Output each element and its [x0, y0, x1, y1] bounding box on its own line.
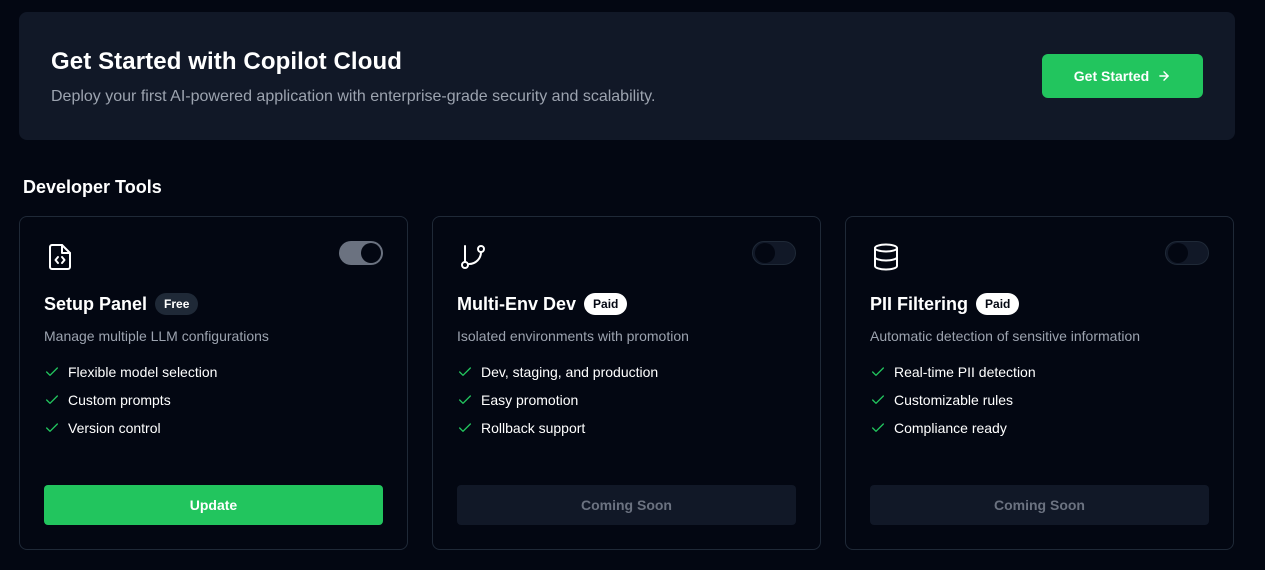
update-button[interactable]: Update [44, 485, 383, 525]
check-icon [872, 423, 884, 432]
section-title: Developer Tools [23, 177, 162, 197]
feature-item: Rollback support [457, 419, 658, 437]
feature-list: Flexible model selection Custom prompts … [44, 363, 217, 447]
git-branch-icon [457, 241, 489, 273]
banner-subtitle: Deploy your first AI-powered application… [51, 88, 656, 105]
card-description: Automatic detection of sensitive informa… [870, 328, 1141, 344]
card-header: Setup Panel Free [44, 293, 199, 315]
check-icon [46, 423, 58, 432]
feature-item: Real-time PII detection [870, 363, 1036, 381]
check-icon [46, 395, 58, 404]
database-icon [870, 241, 902, 273]
card-title: Setup Panel [44, 293, 148, 314]
feature-label: Dev, staging, and production [481, 364, 659, 380]
card-header: Multi-Env Dev Paid [457, 293, 628, 315]
tool-card-setup-panel: Setup Panel Free Manage multiple LLM con… [19, 216, 408, 550]
feature-label: Customizable rules [894, 392, 1014, 408]
feature-label: Real-time PII detection [894, 364, 1036, 380]
tool-card-multi-env-dev: Multi-Env Dev Paid Isolated environments… [432, 216, 821, 550]
card-header: PII Filtering Paid [870, 293, 1020, 315]
coming-soon-button: Coming Soon [870, 485, 1209, 525]
plan-badge: Free [155, 293, 199, 315]
feature-label: Compliance ready [894, 420, 1007, 436]
plan-badge: Paid [976, 293, 1020, 315]
banner-title: Get Started with Copilot Cloud [51, 48, 402, 75]
feature-item: Compliance ready [870, 419, 1036, 437]
check-icon [459, 367, 471, 376]
check-icon [46, 367, 58, 376]
file-code-icon [44, 241, 76, 273]
check-icon [872, 367, 884, 376]
card-description: Isolated environments with promotion [457, 328, 689, 344]
feature-label: Flexible model selection [68, 364, 218, 380]
feature-item: Customizable rules [870, 391, 1036, 409]
feature-list: Dev, staging, and production Easy promot… [457, 363, 658, 447]
feature-label: Easy promotion [481, 392, 579, 408]
tool-card-pii-filtering: PII Filtering Paid Automatic detection o… [845, 216, 1234, 550]
check-icon [459, 423, 471, 432]
card-title: PII Filtering [870, 293, 969, 314]
feature-label: Rollback support [481, 420, 586, 436]
arrow-right-icon [1159, 71, 1170, 81]
plan-badge: Paid [584, 293, 628, 315]
feature-label: Version control [68, 420, 161, 436]
feature-item: Easy promotion [457, 391, 658, 409]
card-description: Manage multiple LLM configurations [44, 328, 269, 344]
setup-panel-toggle[interactable] [339, 241, 383, 265]
card-title: Multi-Env Dev [457, 293, 577, 314]
toggle-knob [1168, 243, 1188, 263]
get-started-label: Get Started [1073, 68, 1150, 84]
pii-filtering-toggle[interactable] [1165, 241, 1209, 265]
feature-item: Custom prompts [44, 391, 217, 409]
get-started-button[interactable]: Get Started [1042, 54, 1203, 98]
toggle-knob [755, 243, 775, 263]
feature-item: Version control [44, 419, 217, 437]
feature-label: Custom prompts [68, 392, 171, 408]
check-icon [459, 395, 471, 404]
toggle-knob [361, 243, 381, 263]
feature-item: Dev, staging, and production [457, 363, 658, 381]
feature-item: Flexible model selection [44, 363, 217, 381]
get-started-banner: Get Started with Copilot Cloud Deploy yo… [19, 12, 1235, 140]
coming-soon-button: Coming Soon [457, 485, 796, 525]
multi-env-toggle[interactable] [752, 241, 796, 265]
feature-list: Real-time PII detection Customizable rul… [870, 363, 1036, 447]
check-icon [872, 395, 884, 404]
